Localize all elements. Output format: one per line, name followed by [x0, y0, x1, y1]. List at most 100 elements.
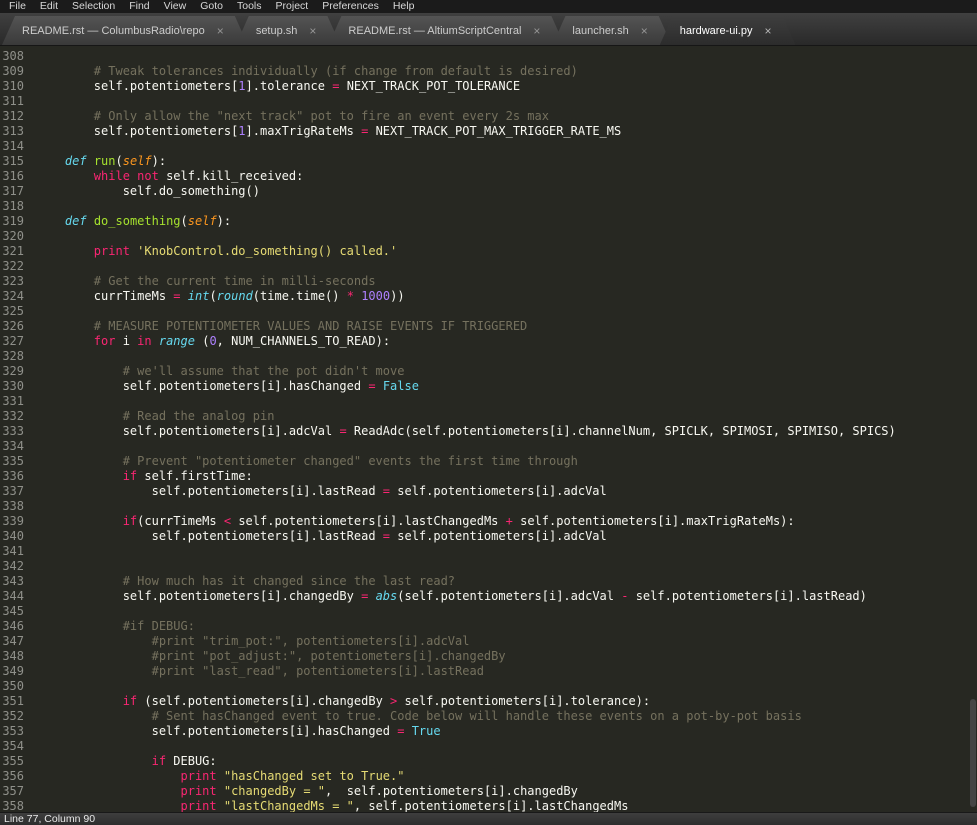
tab-readme-rst-altiumscriptcentral[interactable]: README.rst — AltiumScriptCentral× [328, 16, 564, 45]
code-line[interactable]: 317 self.do_something() [0, 184, 977, 199]
line-number[interactable]: 330 [0, 379, 36, 394]
scrollbar[interactable] [968, 46, 977, 812]
code-line[interactable]: 333 self.potentiometers[i].adcVal = Read… [0, 424, 977, 439]
code-line[interactable]: 309 # Tweak tolerances individually (if … [0, 64, 977, 79]
code-line[interactable]: 352 # Sent hasChanged event to true. Cod… [0, 709, 977, 724]
line-number[interactable]: 332 [0, 409, 36, 424]
code-line[interactable]: 350 [0, 679, 977, 694]
code-line[interactable]: 322 [0, 259, 977, 274]
line-number[interactable]: 353 [0, 724, 36, 739]
tab-readme-rst-columbusradio-repo[interactable]: README.rst — ColumbusRadio\repo× [2, 16, 248, 45]
code-line[interactable]: 356 print "hasChanged set to True." [0, 769, 977, 784]
code-line[interactable]: 326 # MEASURE POTENTIOMETER VALUES AND R… [0, 319, 977, 334]
menu-item-view[interactable]: View [157, 0, 194, 13]
menu-item-edit[interactable]: Edit [33, 0, 65, 13]
line-number[interactable]: 308 [0, 49, 36, 64]
line-number[interactable]: 354 [0, 739, 36, 754]
tab-close-icon[interactable]: × [217, 25, 224, 37]
code-line[interactable]: 345 [0, 604, 977, 619]
code-line[interactable]: 358 print "lastChangedMs = ", self.poten… [0, 799, 977, 812]
code-line[interactable]: 341 [0, 544, 977, 559]
code-line[interactable]: 331 [0, 394, 977, 409]
line-number[interactable]: 355 [0, 754, 36, 769]
line-number[interactable]: 342 [0, 559, 36, 574]
line-number[interactable]: 338 [0, 499, 36, 514]
line-number[interactable]: 341 [0, 544, 36, 559]
line-number[interactable]: 351 [0, 694, 36, 709]
code-line[interactable]: 357 print "changedBy = ", self.potentiom… [0, 784, 977, 799]
line-number[interactable]: 356 [0, 769, 36, 784]
code-line[interactable]: 323 # Get the current time in milli-seco… [0, 274, 977, 289]
line-number[interactable]: 346 [0, 619, 36, 634]
code-line[interactable]: 340 self.potentiometers[i].lastRead = se… [0, 529, 977, 544]
line-number[interactable]: 345 [0, 604, 36, 619]
line-number[interactable]: 343 [0, 574, 36, 589]
code-line[interactable]: 312 # Only allow the "next track" pot to… [0, 109, 977, 124]
tab-close-icon[interactable]: × [764, 25, 771, 37]
menu-item-find[interactable]: Find [122, 0, 156, 13]
line-number[interactable]: 321 [0, 244, 36, 259]
line-number[interactable]: 317 [0, 184, 36, 199]
line-number[interactable]: 311 [0, 94, 36, 109]
menu-item-help[interactable]: Help [386, 0, 422, 13]
code-line[interactable]: 324 currTimeMs = int(round(time.time() *… [0, 289, 977, 304]
line-number[interactable]: 323 [0, 274, 36, 289]
line-number[interactable]: 336 [0, 469, 36, 484]
line-number[interactable]: 348 [0, 649, 36, 664]
code-line[interactable]: 329 # we'll assume that the pot didn't m… [0, 364, 977, 379]
code-line[interactable]: 347 #print "trim_pot:", potentiometers[i… [0, 634, 977, 649]
line-number[interactable]: 358 [0, 799, 36, 812]
menu-item-tools[interactable]: Tools [230, 0, 269, 13]
line-number[interactable]: 327 [0, 334, 36, 349]
line-number[interactable]: 325 [0, 304, 36, 319]
line-number[interactable]: 350 [0, 679, 36, 694]
code-line[interactable]: 339 if(currTimeMs < self.potentiometers[… [0, 514, 977, 529]
line-number[interactable]: 339 [0, 514, 36, 529]
code-line[interactable]: 334 [0, 439, 977, 454]
code-line[interactable]: 342 [0, 559, 977, 574]
code-line[interactable]: 338 [0, 499, 977, 514]
menu-item-file[interactable]: File [2, 0, 33, 13]
line-number[interactable]: 315 [0, 154, 36, 169]
code-line[interactable]: 336 if self.firstTime: [0, 469, 977, 484]
code-line[interactable]: 315 def run(self): [0, 154, 977, 169]
line-number[interactable]: 331 [0, 394, 36, 409]
line-number[interactable]: 328 [0, 349, 36, 364]
menu-item-preferences[interactable]: Preferences [315, 0, 386, 13]
code-line[interactable]: 316 while not self.kill_received: [0, 169, 977, 184]
line-number[interactable]: 329 [0, 364, 36, 379]
code-line[interactable]: 355 if DEBUG: [0, 754, 977, 769]
line-number[interactable]: 333 [0, 424, 36, 439]
code-line[interactable]: 343 # How much has it changed since the … [0, 574, 977, 589]
line-number[interactable]: 334 [0, 439, 36, 454]
code-line[interactable]: 308 [0, 49, 977, 64]
code-line[interactable]: 321 print 'KnobControl.do_something() ca… [0, 244, 977, 259]
code-editor[interactable]: 308309 # Tweak tolerances individually (… [0, 46, 977, 812]
line-number[interactable]: 314 [0, 139, 36, 154]
code-line[interactable]: 320 [0, 229, 977, 244]
line-number[interactable]: 322 [0, 259, 36, 274]
code-line[interactable]: 319 def do_something(self): [0, 214, 977, 229]
code-line[interactable]: 327 for i in range (0, NUM_CHANNELS_TO_R… [0, 334, 977, 349]
tab-hardware-ui-py[interactable]: hardware-ui.py× [660, 16, 796, 45]
code-line[interactable]: 354 [0, 739, 977, 754]
code-line[interactable]: 325 [0, 304, 977, 319]
line-number[interactable]: 319 [0, 214, 36, 229]
code-line[interactable]: 353 self.potentiometers[i].hasChanged = … [0, 724, 977, 739]
code-line[interactable]: 313 self.potentiometers[1].maxTrigRateMs… [0, 124, 977, 139]
code-line[interactable]: 330 self.potentiometers[i].hasChanged = … [0, 379, 977, 394]
line-number[interactable]: 349 [0, 664, 36, 679]
tab-setup-sh[interactable]: setup.sh× [236, 16, 341, 45]
code-line[interactable]: 335 # Prevent "potentiometer changed" ev… [0, 454, 977, 469]
line-number[interactable]: 324 [0, 289, 36, 304]
line-number[interactable]: 326 [0, 319, 36, 334]
line-number[interactable]: 347 [0, 634, 36, 649]
code-line[interactable]: 311 [0, 94, 977, 109]
line-number[interactable]: 357 [0, 784, 36, 799]
code-line[interactable]: 328 [0, 349, 977, 364]
line-number[interactable]: 344 [0, 589, 36, 604]
tab-close-icon[interactable]: × [309, 25, 316, 37]
line-number[interactable]: 320 [0, 229, 36, 244]
line-number[interactable]: 352 [0, 709, 36, 724]
code-line[interactable]: 351 if (self.potentiometers[i].changedBy… [0, 694, 977, 709]
